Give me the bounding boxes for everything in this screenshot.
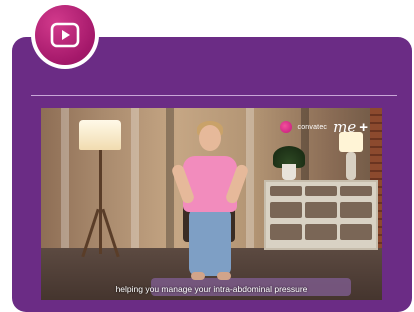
presenter-torso xyxy=(183,156,237,212)
drawer xyxy=(305,224,337,240)
video-caption: helping you manage your intra-abdominal … xyxy=(115,284,308,294)
table-lamp-base xyxy=(346,152,356,180)
play-badge-button[interactable] xyxy=(35,5,95,65)
presenter-head xyxy=(199,125,221,151)
drawer xyxy=(270,186,302,196)
drawer xyxy=(340,186,372,196)
brand-name: convatec xyxy=(297,123,328,131)
video-player[interactable]: convatec me + helping you manage your in… xyxy=(41,108,382,300)
drawer xyxy=(340,202,372,218)
floor-lamp-pole xyxy=(99,150,102,254)
presenter-foot xyxy=(217,272,231,280)
convatec-logo-icon xyxy=(279,121,292,133)
drawer xyxy=(270,202,302,218)
me-plus-logo: me xyxy=(333,118,357,136)
me-plus-sign: + xyxy=(359,118,368,136)
divider xyxy=(31,95,397,96)
drawer xyxy=(305,202,337,218)
floor-lamp-shade xyxy=(79,120,121,150)
drawer xyxy=(305,186,337,196)
plant-pot xyxy=(282,164,296,180)
play-icon xyxy=(50,22,80,48)
presenter-legs xyxy=(189,208,231,276)
presenter-foot xyxy=(191,272,205,280)
drawer xyxy=(340,224,372,240)
brand-logo: convatec me + xyxy=(279,118,368,136)
drawer xyxy=(270,224,302,240)
sideboard xyxy=(264,180,378,250)
